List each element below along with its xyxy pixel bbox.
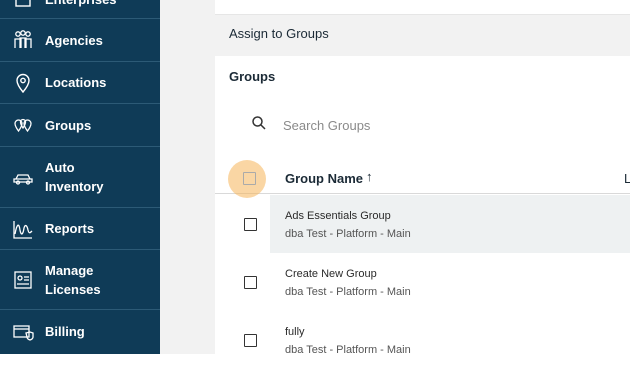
row-checkbox[interactable] [244,276,257,289]
license-icon [12,269,34,291]
sidebar-item-label: Billing [45,324,85,339]
car-icon [12,166,34,188]
group-pins-icon [12,114,34,136]
assign-groups-panel: Assign to Groups Groups Group Name ↑ L A… [215,0,630,356]
billing-icon [12,321,34,343]
sidebar-item-agencies[interactable]: Agencies [0,19,160,62]
content-gutter [160,0,215,354]
select-all-checkbox[interactable] [243,172,256,185]
location-pin-icon [12,72,34,94]
group-name: Create New Group [285,268,377,280]
enterprise-icon [12,0,34,10]
group-location: dba Test - Platform - Main [285,228,411,240]
sidebar-item-auto-inventory[interactable]: Auto Inventory [0,147,160,208]
sidebar-item-groups[interactable]: Groups [0,104,160,147]
table-row[interactable]: fully dba Test - Platform - Main [215,311,630,369]
group-name: Ads Essentials Group [285,210,391,222]
sidebar-item-label: Reports [45,221,95,236]
row-background [270,253,630,311]
sidebar-item-label: Auto Inventory [45,160,104,194]
sidebar-item-label: Groups [45,118,92,133]
search-input[interactable] [281,112,585,138]
sidebar-item-locations[interactable]: Locations [0,62,160,104]
section-title: Groups [229,69,276,84]
sidebar-item-reports[interactable]: Reports [0,208,160,250]
sort-ascending-icon[interactable]: ↑ [366,169,373,184]
sidebar-item-enterprises[interactable]: Enterprises [0,0,160,19]
chart-icon [12,218,34,240]
row-checkbox[interactable] [244,334,257,347]
panel-title: Assign to Groups [229,26,329,41]
group-location: dba Test - Platform - Main [285,344,411,356]
sidebar-item-label: Agencies [45,33,103,48]
sidebar-item-manage-licenses[interactable]: Manage Licenses [0,250,160,310]
group-name: fully [285,326,305,338]
people-icon [12,29,34,51]
sidebar-item-label: Enterprises [45,0,117,9]
search-bar [251,112,621,138]
table-row[interactable]: Ads Essentials Group dba Test - Platform… [215,195,630,253]
sidebar-nav: Enterprises Agencies Locations Groups [0,0,160,354]
row-checkbox[interactable] [244,218,257,231]
search-icon [251,115,267,131]
row-background [270,195,630,253]
row-background [270,311,630,369]
group-location: dba Test - Platform - Main [285,286,411,298]
panel-header: Assign to Groups [215,14,630,56]
sidebar-item-billing[interactable]: Billing [0,310,160,354]
sidebar-item-label: Manage Licenses [45,263,101,297]
sidebar-item-label: Locations [45,75,107,90]
group-name-column-header[interactable]: Group Name [285,171,363,186]
next-column-header[interactable]: L [624,171,630,186]
table-row[interactable]: Create New Group dba Test - Platform - M… [215,253,630,311]
table-header: Group Name ↑ L [215,160,630,198]
